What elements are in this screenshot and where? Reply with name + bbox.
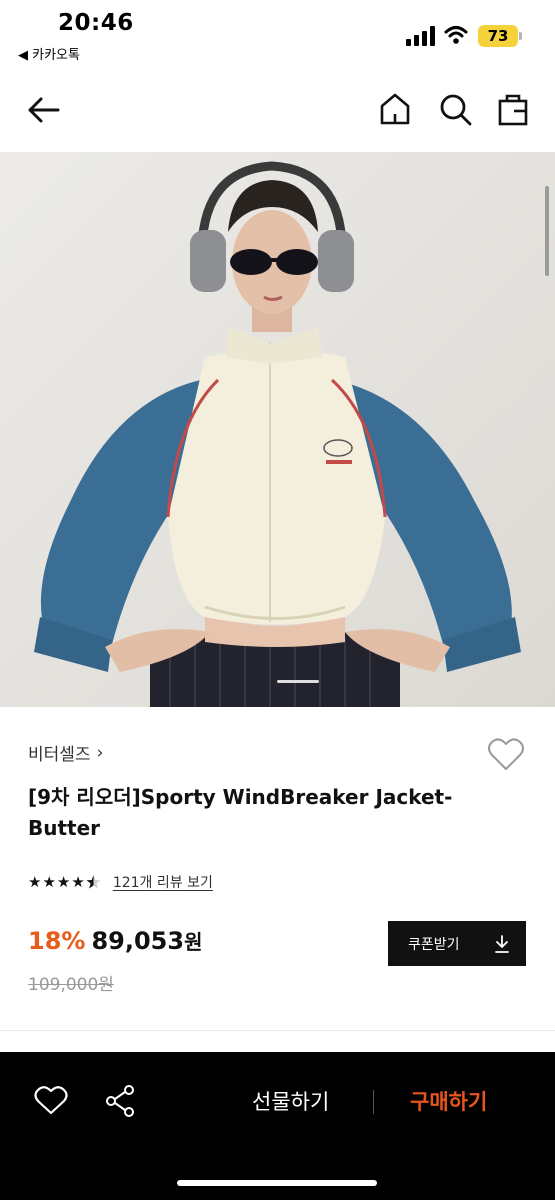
star-icon: ★	[56, 873, 71, 891]
rating-row: ★ ★ ★ ★ 121개 리뷰 보기	[28, 872, 213, 892]
bottom-bar-divider	[373, 1090, 374, 1114]
arrow-left-icon[interactable]	[24, 90, 64, 130]
chevron-right-icon: ›	[96, 742, 104, 763]
product-photo	[0, 152, 555, 707]
star-icon: ★	[28, 873, 42, 891]
search-icon[interactable]	[436, 90, 474, 128]
status-bar: 20:46 ◀ 카카오톡 73	[0, 0, 555, 70]
home-icon[interactable]	[376, 90, 414, 128]
battery-indicator: 73	[478, 25, 518, 47]
coupon-label: 쿠폰받기	[408, 936, 460, 953]
brand-link[interactable]: 비터셀즈 ›	[28, 740, 104, 766]
currency-unit: 원	[184, 930, 203, 954]
discount-rate: 18%	[28, 927, 86, 955]
cellular-signal-icon	[406, 26, 435, 46]
star-icon: ★	[71, 873, 85, 891]
shopping-bag-icon[interactable]	[494, 90, 532, 128]
section-divider	[0, 1030, 555, 1031]
brand-name: 비터셀즈	[28, 745, 91, 765]
scroll-indicator[interactable]	[545, 186, 549, 276]
download-icon	[495, 934, 509, 953]
rating-stars: ★ ★ ★ ★	[28, 872, 101, 892]
wifi-icon	[444, 26, 468, 44]
share-icon[interactable]	[104, 1084, 136, 1118]
bottom-action-bar: 선물하기 구매하기	[0, 1052, 555, 1200]
battery-tip	[519, 32, 522, 40]
gift-button[interactable]: 선물하기	[252, 1086, 329, 1116]
status-time: 20:46	[58, 10, 134, 36]
original-price: 109,000원	[28, 975, 114, 995]
coupon-button[interactable]: 쿠폰받기	[388, 921, 526, 966]
heart-icon[interactable]	[34, 1084, 68, 1116]
home-indicator[interactable]	[177, 1180, 377, 1186]
product-title: [9차 리오더]Sporty WindBreaker Jacket-Butter	[28, 785, 453, 840]
image-page-indicator	[277, 680, 319, 683]
star-icon: ★	[42, 873, 56, 891]
price-row: 18% 89,053원	[28, 926, 202, 955]
buy-button[interactable]: 구매하기	[410, 1086, 487, 1116]
heart-icon[interactable]	[487, 736, 525, 772]
sale-price: 89,053	[91, 927, 185, 955]
back-to-app-link[interactable]: ◀ 카카오톡	[18, 44, 80, 63]
product-image[interactable]	[0, 152, 555, 707]
review-link[interactable]: 121개 리뷰 보기	[113, 872, 213, 892]
half-star-icon	[86, 875, 101, 889]
nav-bar	[0, 78, 555, 142]
